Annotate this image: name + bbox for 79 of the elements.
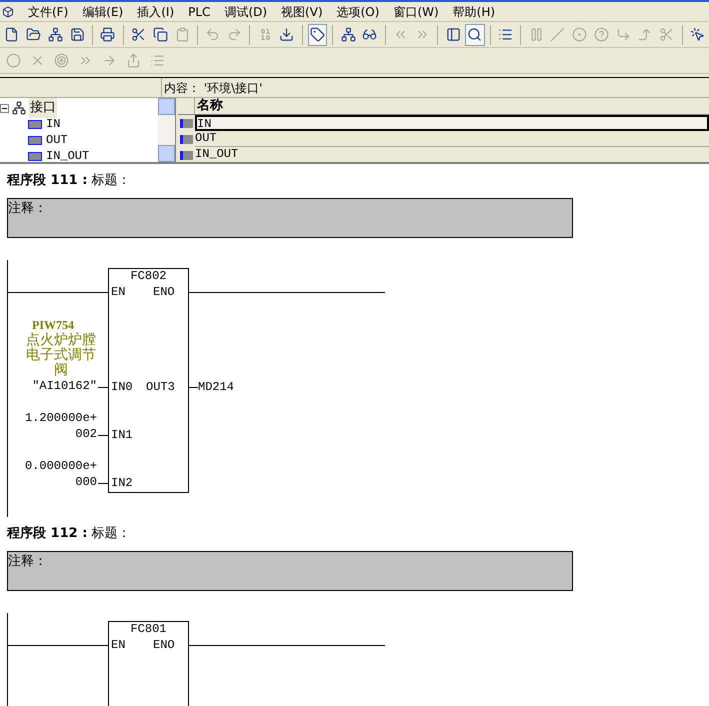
scrollbar[interactable] xyxy=(158,98,175,162)
pointer-icon xyxy=(690,27,705,42)
circle-icon xyxy=(6,53,20,68)
menu-item[interactable]: 视图(V) xyxy=(281,2,323,20)
scissors-icon xyxy=(659,27,674,42)
network-icon xyxy=(48,27,63,42)
operand: ″AI10162″ xyxy=(32,378,97,394)
app-icon xyxy=(2,6,14,18)
menu-item[interactable]: 插入(I) xyxy=(137,2,174,20)
block-name: FC801 xyxy=(129,622,168,636)
save-icon xyxy=(70,27,85,42)
arrow-icon xyxy=(102,53,116,68)
tree-item[interactable]: IN xyxy=(0,116,158,132)
coil-icon xyxy=(572,27,588,42)
menu-item[interactable]: 调试(D) xyxy=(224,2,268,20)
parameter-icon xyxy=(28,136,42,144)
glasses-icon xyxy=(362,27,378,42)
symbol-comment: 点火炉炉膛电子式调节阀 xyxy=(25,333,97,378)
list-icon xyxy=(150,53,164,68)
network-title: 程序段 112 : 标题： xyxy=(7,526,132,542)
pin-label: IN2 xyxy=(111,476,133,490)
menu-item[interactable]: 选项(O) xyxy=(336,2,380,20)
pin-label: IN0 xyxy=(111,380,133,394)
menu-item[interactable]: 编辑(E) xyxy=(82,2,124,20)
operand: 0.000000e+000 xyxy=(24,458,97,490)
redo-icon xyxy=(226,27,242,42)
network-icon xyxy=(340,27,356,42)
list-icon xyxy=(498,27,513,42)
table-row[interactable]: IN xyxy=(195,115,709,131)
menu-item[interactable]: 文件(F) xyxy=(28,2,68,20)
symbol-name: PIW754 xyxy=(31,318,75,332)
block-name: FC802 xyxy=(129,269,168,283)
pin-label: OUT3 xyxy=(146,380,175,394)
column-header[interactable]: 名称 xyxy=(195,98,223,114)
pin-label: ENO xyxy=(153,638,175,652)
parameter-icon xyxy=(180,134,193,144)
expand-icon[interactable] xyxy=(0,104,9,112)
corner-arrow-icon xyxy=(616,27,631,42)
printer-icon xyxy=(100,27,116,42)
download-icon xyxy=(279,27,294,42)
pin-label: IN1 xyxy=(111,428,133,442)
menu-item[interactable]: 窗口(W) xyxy=(393,2,439,20)
copy-icon xyxy=(152,27,168,42)
clipboard-icon xyxy=(174,27,190,42)
folder-icon xyxy=(26,27,42,42)
scissors-icon xyxy=(130,27,146,42)
tree-item[interactable]: 接口 xyxy=(0,100,158,116)
corner-arrow-icon xyxy=(637,27,652,42)
operand: MD214 xyxy=(198,380,234,394)
tag-icon xyxy=(310,27,326,42)
share-icon xyxy=(126,53,140,68)
toolbar-button[interactable] xyxy=(308,24,328,46)
pin-label: EN xyxy=(111,285,126,299)
tree-item[interactable]: IN_OUT xyxy=(0,148,158,164)
contact-icon xyxy=(528,27,544,42)
target-icon xyxy=(54,53,68,68)
parameter-icon xyxy=(180,150,193,160)
menu-item[interactable]: PLC xyxy=(188,2,210,20)
network-title: 程序段 111 : 标题： xyxy=(7,173,132,189)
tree-item[interactable]: OUT xyxy=(0,132,158,148)
pin-label: ENO xyxy=(153,285,175,299)
pin-label: EN xyxy=(111,638,126,652)
undo-icon xyxy=(205,27,220,42)
panel-icon xyxy=(446,27,461,42)
comment-box[interactable]: 注释： xyxy=(7,198,573,238)
table-row[interactable]: IN_OUT xyxy=(195,147,709,162)
toolbar-button[interactable] xyxy=(464,24,485,46)
question-icon xyxy=(594,27,609,42)
interface-icon xyxy=(12,101,26,115)
content-path: 内容： '环境\接口' xyxy=(163,80,262,96)
comment-box[interactable]: 注释： xyxy=(7,551,573,591)
parameter-icon xyxy=(28,120,42,128)
menu-item[interactable]: 帮助(H) xyxy=(452,2,496,20)
search-icon xyxy=(467,27,482,42)
file-icon xyxy=(4,27,20,42)
operand: 1.200000e+002 xyxy=(24,410,97,442)
parameter-icon xyxy=(180,118,193,128)
slash-icon xyxy=(550,27,566,42)
table-row[interactable]: OUT xyxy=(195,131,709,147)
